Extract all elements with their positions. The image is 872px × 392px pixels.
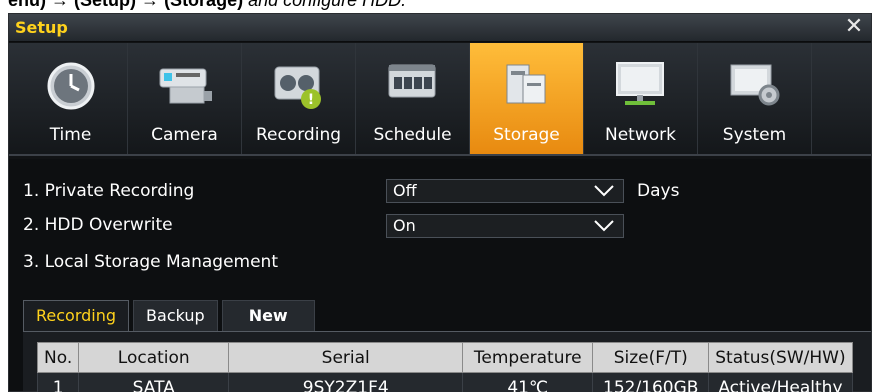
- setup-window: Setup ✕ Time Camera ! Recording Schedule…: [8, 13, 872, 392]
- toolbar-label: System: [722, 125, 787, 145]
- caption-menu: enu): [8, 0, 46, 10]
- col-temperature: Temperature: [462, 342, 594, 373]
- private-recording-select[interactable]: Off: [386, 179, 624, 203]
- toolbar-label: Network: [605, 125, 676, 145]
- toolbar-item-time[interactable]: Time: [14, 43, 128, 154]
- toolbar-item-network[interactable]: Network: [584, 43, 698, 154]
- col-location: Location: [78, 342, 230, 373]
- recorder-icon: !: [274, 66, 321, 109]
- cell-status: Active/Healthy: [708, 372, 853, 392]
- clock-icon: [47, 62, 95, 110]
- private-recording-label: 1. Private Recording: [23, 181, 195, 201]
- col-serial: Serial: [228, 342, 464, 373]
- cell-temperature: 41℃: [462, 372, 594, 392]
- caption-tail: and configure HDD.: [248, 0, 407, 10]
- cell-size: 152/160GB: [592, 372, 710, 392]
- toolbar-label: Recording: [255, 125, 342, 145]
- toolbar-item-storage[interactable]: Storage: [470, 43, 584, 154]
- monitor-icon: [616, 62, 664, 105]
- toolbar-label: Storage: [493, 125, 560, 145]
- hdd-overwrite-label: 2. HDD Overwrite: [23, 215, 173, 235]
- toolbar-item-recording[interactable]: ! Recording: [242, 43, 356, 154]
- close-icon[interactable]: ✕: [843, 16, 865, 38]
- instruction-caption: enu) → (Setup) → (Storage) and configure…: [0, 0, 872, 9]
- toolbar-item-schedule[interactable]: Schedule: [356, 43, 470, 154]
- storage-icon: [506, 64, 546, 104]
- local-storage-label: 3. Local Storage Management: [23, 252, 278, 272]
- storage-tabs: Recording Backup New: [23, 300, 315, 331]
- tab-backup[interactable]: Backup: [133, 300, 218, 331]
- chevron-down-icon: [594, 185, 614, 197]
- setup-toolbar: Time Camera ! Recording Schedule Storage…: [9, 43, 871, 156]
- title-bar: Setup ✕: [9, 14, 871, 42]
- tab-recording[interactable]: Recording: [23, 300, 130, 331]
- schedule-icon: [388, 64, 436, 98]
- tab-new[interactable]: New: [221, 300, 315, 331]
- caption-arrow: →: [141, 0, 160, 10]
- table-header-row: No. Location Serial Temperature Size(F/T…: [36, 342, 853, 373]
- cell-no: 1: [36, 372, 80, 392]
- system-gear-icon: [730, 64, 780, 106]
- toolbar-label: Time: [49, 125, 92, 145]
- storage-settings: 1. Private Recording Off Days 2. HDD Ove…: [9, 159, 871, 392]
- camera-icon: [159, 68, 212, 104]
- select-value: On: [393, 216, 416, 235]
- col-no: No.: [36, 342, 80, 373]
- cell-serial: 9SY2Z1F4: [228, 372, 464, 392]
- caption-storage: (Storage): [164, 0, 244, 10]
- table-row[interactable]: 1 SATA 9SY2Z1F4 41℃ 152/160GB Active/Hea…: [36, 372, 853, 392]
- col-status: Status(SW/HW): [708, 342, 853, 373]
- storage-panel: No. Location Serial Temperature Size(F/T…: [23, 331, 871, 392]
- disk-table: No. Location Serial Temperature Size(F/T…: [36, 342, 853, 392]
- days-suffix: Days: [637, 181, 680, 201]
- svg-text:!: !: [308, 92, 314, 108]
- hdd-overwrite-select[interactable]: On: [386, 214, 624, 238]
- toolbar-item-system[interactable]: System: [698, 43, 812, 154]
- caption-arrow: →: [51, 0, 70, 10]
- caption-setup: (Setup): [74, 0, 137, 10]
- chevron-down-icon: [594, 220, 614, 232]
- toolbar-label: Schedule: [373, 125, 452, 145]
- col-size: Size(F/T): [592, 342, 710, 373]
- window-title: Setup: [15, 18, 68, 37]
- cell-location: SATA: [78, 372, 230, 392]
- toolbar-label: Camera: [151, 125, 218, 145]
- toolbar-item-camera[interactable]: Camera: [128, 43, 242, 154]
- select-value: Off: [393, 181, 417, 200]
